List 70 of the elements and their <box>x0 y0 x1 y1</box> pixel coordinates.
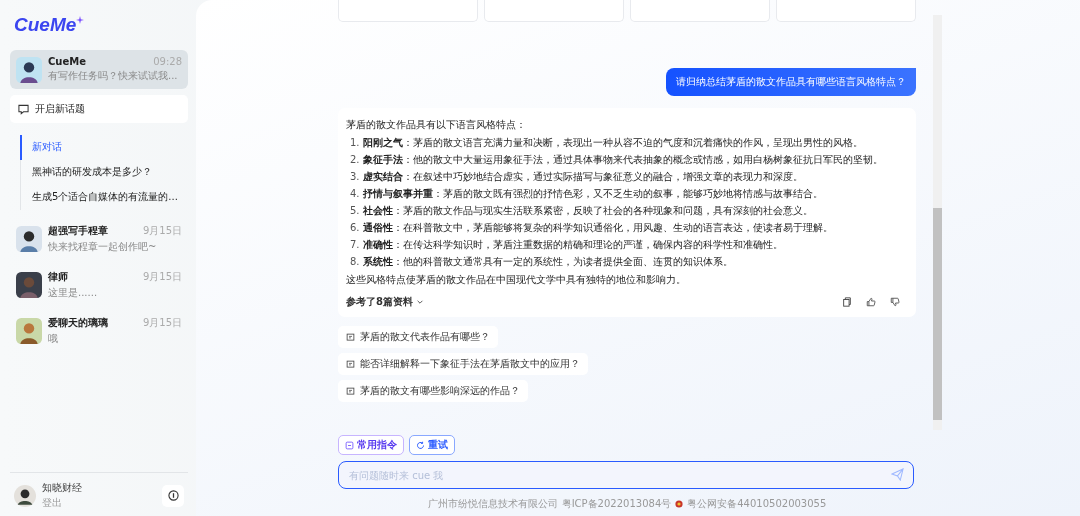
chat-preview: 快来找程章一起创作吧~ <box>48 240 158 254</box>
answer-point: 系统性：他的科普散文通常具有一定的系统性，为读者提供全面、连贯的知识体系。 <box>362 255 733 269</box>
chat-date: 9月15日 <box>142 224 182 238</box>
chat-item[interactable]: 超强写手程章 9月15日 快来找程章一起创作吧~ <box>10 218 188 260</box>
info-icon <box>167 490 179 501</box>
avatar <box>14 484 36 507</box>
avatar <box>16 56 42 83</box>
emblem-icon <box>675 500 684 508</box>
refresh-icon <box>416 440 425 450</box>
scrollbar[interactable] <box>933 15 942 430</box>
answer-intro: 茅盾的散文作品具有以下语言风格特点： <box>346 118 527 132</box>
copy-icon[interactable] <box>842 297 852 307</box>
send-icon[interactable] <box>891 468 904 481</box>
note-icon <box>346 359 355 369</box>
user-message: 请归纳总结茅盾的散文作品具有哪些语言风格特点？ <box>666 68 916 96</box>
company-name: 广州市纷悦信息技术有限公司 <box>427 497 558 511</box>
note-icon <box>346 386 355 396</box>
answer-conclusion: 这些风格特点使茅盾的散文作品在中国现代文学中具有独特的地位和影响力。 <box>346 273 687 287</box>
chat-name: 律师 <box>48 270 68 284</box>
user-name: 知晓财经 <box>42 481 83 495</box>
list-number: 3. <box>350 170 360 184</box>
answer-point: 虚实结合：在叙述中巧妙地结合虚实，通过实际描写与象征意义的融合，增强文章的表现力和深度。 <box>362 170 803 184</box>
suggested-question[interactable]: 茅盾的散文代表作品有哪些？ <box>338 326 498 348</box>
avatar <box>16 226 42 252</box>
avatar <box>16 318 42 344</box>
scrollbar-thumb[interactable] <box>933 208 942 420</box>
thumbs-up-icon[interactable] <box>866 297 876 307</box>
note-icon <box>346 332 355 342</box>
chat-date: 9月15日 <box>142 316 182 330</box>
suggested-question[interactable]: 能否详细解释一下象征手法在茅盾散文中的应用？ <box>338 353 588 375</box>
list-number: 5. <box>350 204 360 218</box>
chat-item[interactable]: 律师 9月15日 这里是...... <box>10 264 188 306</box>
answer-point: 阳刚之气：茅盾的散文语言充满力量和决断，表现出一种从容不迫的气度和沉着痛快的作风，呈现出男性的风格。 <box>362 136 863 150</box>
topic-item[interactable]: 新对话 <box>20 135 188 160</box>
answer-point: 象征手法：他的散文中大量运用象征手法，通过具体事物来代表抽象的概念或情感，如用白杨树象征抗日军民的坚韧。 <box>362 153 883 167</box>
list-number: 1. <box>350 136 360 150</box>
chat-date: 9月15日 <box>142 270 182 284</box>
list-number: 8. <box>350 255 360 269</box>
chat-item[interactable]: CueMe 09:28 有写作任务吗？快来试试我... <box>10 50 188 89</box>
topic-item[interactable]: 生成5个适合自媒体的有流量的... <box>20 185 188 210</box>
thumbs-down-icon[interactable] <box>890 297 900 307</box>
command-icon <box>345 440 354 450</box>
chat-time: 09:28 <box>153 56 182 67</box>
chat-name: 爱聊天的璃璃 <box>48 316 108 330</box>
chat-name: 超强写手程章 <box>48 224 108 238</box>
list-number: 6. <box>350 221 360 235</box>
chat-preview: 有写作任务吗？快来试试我... <box>48 69 179 83</box>
answer-point: 社会性：茅盾的散文作品与现实生活联系紧密，反映了社会的各种现象和问题，具有深刻的社会意义。 <box>362 204 813 218</box>
chevron-down-icon <box>415 298 424 306</box>
sparkle-icon <box>76 16 85 24</box>
list-number: 4. <box>350 187 360 201</box>
answer-point: 抒情与叙事并重：茅盾的散文既有强烈的抒情色彩，又不乏生动的叙事，能够巧妙地将情感与故事结合。 <box>362 187 823 201</box>
list-number: 2. <box>350 153 360 167</box>
chat-name: CueMe <box>48 56 86 67</box>
answer-point: 准确性：在传达科学知识时，茅盾注重数据的精确和理论的严谨，确保内容的科学性和准确性。 <box>362 238 783 252</box>
chat-preview: 这里是...... <box>48 286 99 300</box>
commands-button[interactable]: 常用指令 <box>338 435 404 455</box>
suggested-question[interactable]: 茅盾的散文有哪些影响深远的作品？ <box>338 380 528 402</box>
chat-preview: 哦 <box>48 332 59 346</box>
new-topic-button[interactable]: 开启新话题 <box>10 95 188 123</box>
chat-item[interactable]: 爱聊天的璃璃 9月15日 哦 <box>10 310 188 352</box>
avatar <box>16 272 42 298</box>
logo: CueMe <box>14 14 188 36</box>
retry-button[interactable]: 重试 <box>409 435 455 455</box>
topic-item[interactable]: 黑神话的研发成本是多少？ <box>20 160 188 185</box>
chat-plus-icon <box>18 103 29 115</box>
references-toggle[interactable]: 参考了8篇资料 <box>346 295 424 309</box>
info-button[interactable] <box>162 484 184 507</box>
list-number: 7. <box>350 238 360 252</box>
answer-point: 通俗性：在科普散文中，茅盾能够将复杂的科学知识通俗化，用风趣、生动的语言表达，使读者易于理解。 <box>362 221 833 235</box>
